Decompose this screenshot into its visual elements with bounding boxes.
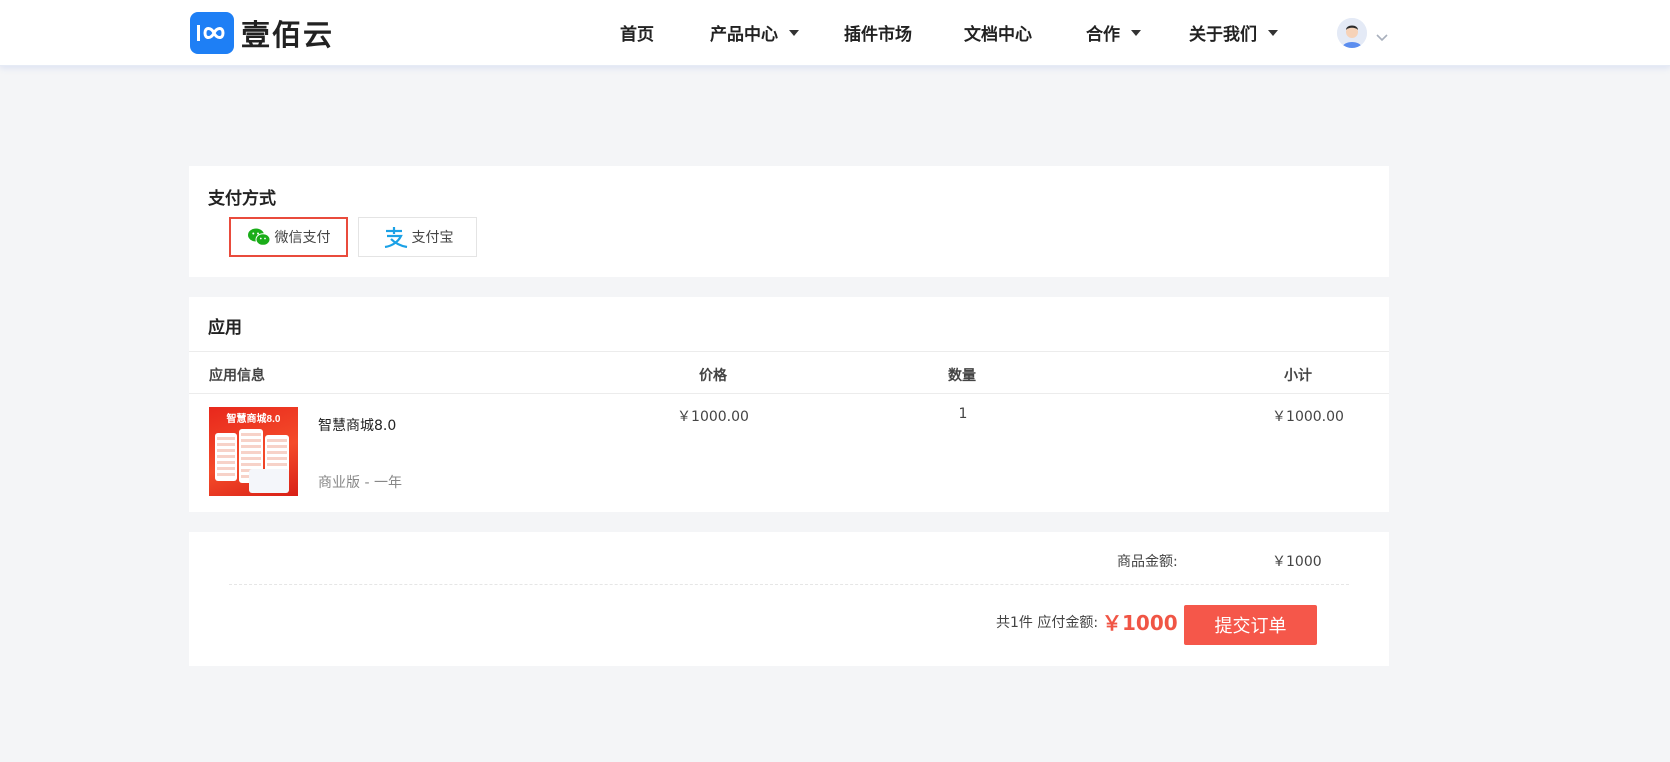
brand-name: 壹佰云 [241, 17, 335, 52]
column-header: 小计 [1284, 368, 1312, 384]
phone-mockup-icon [215, 433, 237, 481]
goods-amount-value: ￥1000 [1272, 554, 1322, 570]
divider [229, 584, 1349, 585]
nav-item-label: 关于我们 [1189, 25, 1257, 45]
order-summary-card: 商品金额: ￥1000 共1件 应付金额: ￥1000 提交订单 [189, 532, 1389, 666]
pay-option-alipay[interactable]: 支付宝 [358, 217, 477, 257]
pay-option-label: 微信支付 [274, 230, 331, 246]
product-subtotal: ￥1000.00 [1272, 409, 1344, 425]
table-header: 应用信息 价格 数量 小计 [189, 351, 1389, 394]
goods-amount-label: 商品金额: [1117, 554, 1178, 570]
product-quantity: 1 [958, 406, 968, 422]
nav-item-products[interactable]: 产品中心 [710, 20, 799, 45]
product-price: ￥1000.00 [677, 409, 749, 425]
nav-item-home[interactable]: 首页 [620, 20, 654, 45]
nav-item-cooperation[interactable]: 合作 [1086, 20, 1141, 45]
payable-amount: ￥1000 [1102, 611, 1178, 635]
user-avatar-icon[interactable] [1337, 18, 1367, 48]
nav-item-label: 插件市场 [844, 25, 912, 45]
nav-item-docs[interactable]: 文档中心 [964, 20, 1032, 45]
payment-method-card: 支付方式 微信支付 支付宝 [189, 166, 1389, 277]
caret-down-icon [1268, 29, 1278, 36]
nav-item-label: 合作 [1086, 25, 1120, 45]
app-title: 应用 [208, 318, 242, 338]
submit-order-button[interactable]: 提交订单 [1184, 605, 1317, 645]
nav-item-label: 首页 [620, 25, 654, 45]
nav-item-about[interactable]: 关于我们 [1189, 20, 1278, 45]
caret-down-icon [789, 29, 799, 36]
pay-option-wechat[interactable]: 微信支付 [229, 217, 348, 257]
nav-item-label: 产品中心 [710, 25, 778, 45]
app-card: 应用 应用信息 价格 数量 小计 智慧商城8.0 智慧商城8.0 商业版 - 一… [189, 297, 1389, 512]
caret-down-icon [1131, 29, 1141, 36]
column-header: 数量 [948, 368, 976, 384]
payment-title: 支付方式 [208, 189, 276, 209]
nav-item-label: 文档中心 [964, 25, 1032, 45]
brand-logo[interactable]: 壹佰云 [190, 11, 334, 54]
product-thumbnail[interactable]: 智慧商城8.0 [209, 407, 298, 496]
logo-mark-icon [190, 11, 234, 54]
product-spec: 商业版 - 一年 [318, 475, 402, 491]
tablet-mockup-icon [249, 469, 289, 493]
payable-label: 共1件 应付金额: [996, 615, 1099, 631]
pay-option-label: 支付宝 [411, 230, 454, 246]
product-name: 智慧商城8.0 [318, 418, 397, 434]
chevron-down-icon[interactable] [1376, 27, 1388, 46]
column-header: 价格 [699, 368, 727, 384]
thumbnail-caption: 智慧商城8.0 [226, 414, 281, 425]
nav-item-plugins[interactable]: 插件市场 [844, 20, 912, 45]
column-header: 应用信息 [209, 368, 265, 384]
wechat-pay-icon [247, 227, 271, 247]
top-header: 壹佰云 首页 产品中心 插件市场 文档中心 合作 关于我们 [0, 0, 1670, 66]
alipay-icon [382, 226, 408, 248]
